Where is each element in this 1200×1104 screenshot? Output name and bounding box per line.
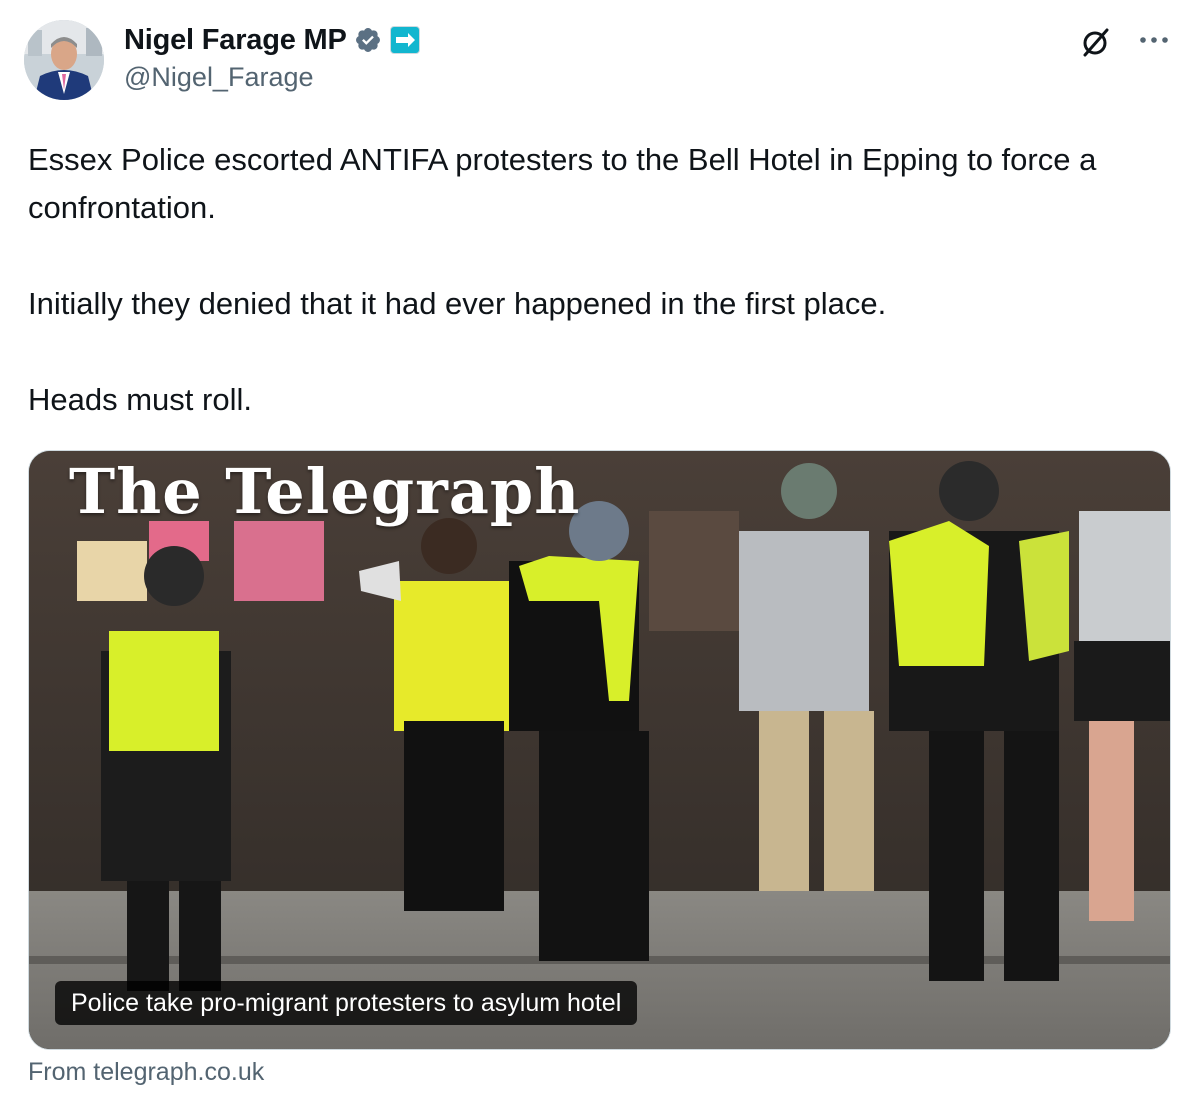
tweet-paragraph: Initially they denied that it had ever h… (28, 286, 887, 321)
avatar[interactable] (24, 20, 104, 100)
link-source[interactable]: From telegraph.co.uk (28, 1058, 264, 1087)
tweet[interactable]: Nigel Farage MP @Nigel_Farage Essex Poli… (0, 0, 1200, 1104)
video-thumbnail (29, 451, 1170, 1049)
telegraph-masthead: The Telegraph (69, 455, 581, 528)
more-options-icon[interactable] (1137, 30, 1171, 50)
video-caption: Police take pro-migrant protesters to as… (55, 981, 638, 1025)
tweet-text: Essex Police escorted ANTIFA protesters … (28, 136, 1178, 424)
author-display-name[interactable]: Nigel Farage MP (124, 24, 347, 57)
grok-icon[interactable] (1080, 26, 1112, 58)
tweet-paragraph: Heads must roll. (28, 382, 252, 417)
tweet-paragraph: Essex Police escorted ANTIFA protesters … (28, 142, 1097, 225)
author-handle[interactable]: @Nigel_Farage (124, 62, 314, 93)
affiliate-badge-icon[interactable] (389, 26, 420, 54)
verified-badge-icon (354, 26, 382, 54)
link-card-media[interactable]: The Telegraph Police take pro-migrant pr… (28, 450, 1171, 1050)
